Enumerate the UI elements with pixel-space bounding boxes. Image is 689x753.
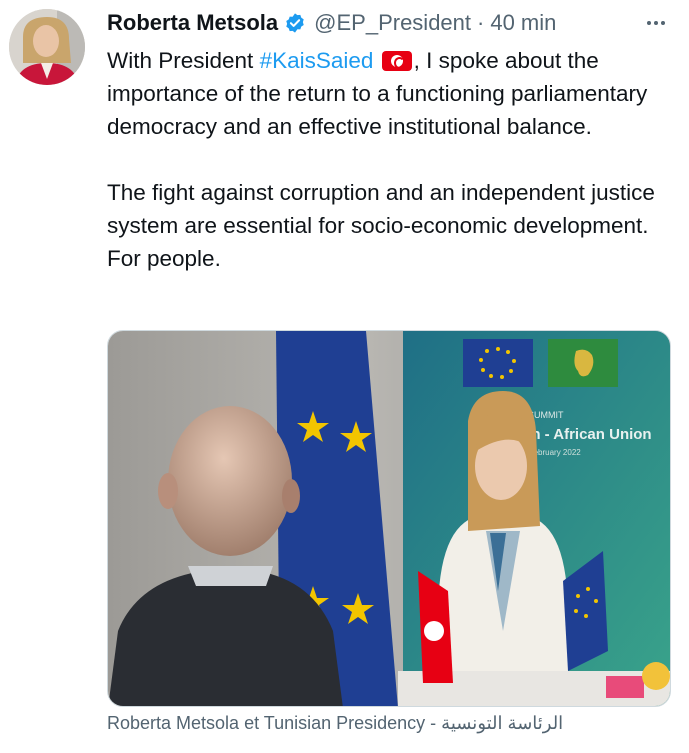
hashtag-link[interactable]: #KaisSaied <box>260 48 374 73</box>
tunisia-flag-icon <box>381 51 412 71</box>
tweet-header: Roberta Metsola @EP_President · 40 min <box>107 8 677 38</box>
photo-caption[interactable]: Roberta Metsola et Tunisian Presidency -… <box>107 713 667 734</box>
tweet-photo[interactable]: 6th SUMMIT Union - African Union 17-18 F… <box>107 330 671 707</box>
header-separator: · <box>477 10 485 35</box>
verified-badge-icon <box>284 12 306 34</box>
tweet-text-intro: With President <box>107 48 260 73</box>
tweet-text: With President #KaisSaied , I spoke abou… <box>107 44 667 275</box>
avatar-image <box>9 9 85 85</box>
tweet-paragraph-2: The fight against corruption and an inde… <box>107 180 655 271</box>
author-avatar[interactable] <box>9 9 85 85</box>
author-handle[interactable]: @EP_President <box>314 10 471 36</box>
author-name[interactable]: Roberta Metsola <box>107 10 278 36</box>
more-options-icon[interactable] <box>641 10 671 36</box>
tweet-paragraph-1: With President #KaisSaied , I spoke abou… <box>107 44 667 143</box>
photo-scene: 6th SUMMIT Union - African Union 17-18 F… <box>108 331 670 706</box>
tweet-timestamp[interactable]: 40 min <box>490 10 556 36</box>
